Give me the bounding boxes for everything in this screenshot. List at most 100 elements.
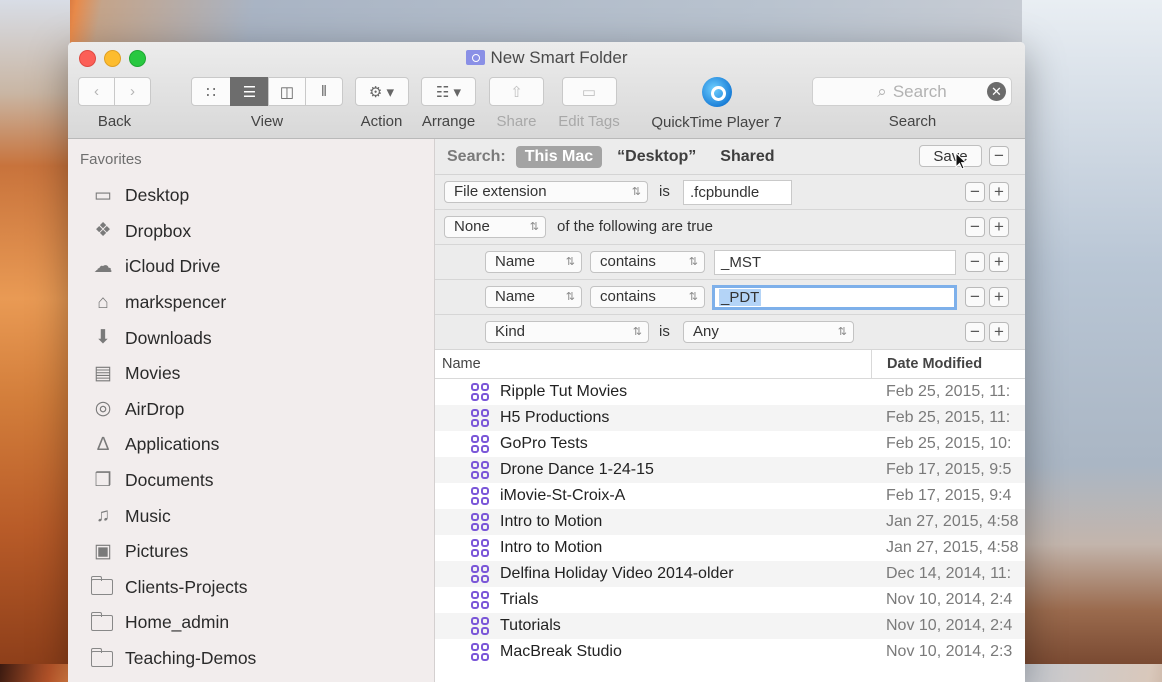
sidebar-item-pictures[interactable]: ▣ Pictures xyxy=(68,534,434,570)
list-item[interactable]: Ripple Tut Movies Feb 25, 2015, 11: xyxy=(435,379,1025,405)
updown-arrows-icon: ⇅ xyxy=(565,256,575,268)
film-icon: ▤ xyxy=(94,362,112,384)
sidebar-item-icloud-drive[interactable]: ☁ iCloud Drive xyxy=(68,249,434,285)
finder-window: New Smart Folder ‹ › Back ∷ ☰ ◫ ‖ View ⚙… xyxy=(68,42,1025,682)
mouse-pointer-icon xyxy=(955,152,967,170)
sidebar-item-home-admin[interactable]: Home_admin xyxy=(68,605,434,641)
file-name: Delfina Holiday Video 2014-older xyxy=(500,565,734,582)
search-input[interactable]: ⌕ Search ✕ xyxy=(812,77,1012,106)
back-button[interactable]: ‹ xyxy=(78,77,115,106)
criteria-row-extension: File extension ⇅ is .fcpbundle − + xyxy=(435,175,1025,210)
kind-popup[interactable]: Any ⇅ xyxy=(683,321,854,343)
group-type-popup[interactable]: None ⇅ xyxy=(444,216,546,238)
criteria-row-name-mst: Name ⇅ contains ⇅ _MST − + xyxy=(435,245,1025,280)
add-row-button[interactable]: + xyxy=(989,182,1009,202)
list-item[interactable]: Trials Nov 10, 2014, 2:4 xyxy=(435,587,1025,613)
list-item[interactable]: H5 Productions Feb 25, 2015, 11: xyxy=(435,405,1025,431)
list-icon: ☰ xyxy=(242,83,257,101)
search-label: Search xyxy=(888,113,937,130)
file-name: Intro to Motion xyxy=(500,539,603,556)
clear-search-icon[interactable]: ✕ xyxy=(987,82,1006,101)
sidebar-item-airdrop[interactable]: ◎ AirDrop xyxy=(68,392,434,428)
list-item[interactable]: Intro to Motion Jan 27, 2015, 4:58 xyxy=(435,535,1025,561)
file-date: Feb 17, 2015, 9:5 xyxy=(886,461,1012,478)
file-name: Trials xyxy=(500,591,539,608)
cover-flow-button[interactable]: ‖ xyxy=(305,77,343,106)
add-row-button[interactable]: + xyxy=(989,252,1009,272)
list-item[interactable]: Delfina Holiday Video 2014-older Dec 14, … xyxy=(435,561,1025,587)
remove-row-button[interactable]: − xyxy=(965,217,985,237)
icon-view-button[interactable]: ∷ xyxy=(191,77,231,106)
list-item[interactable]: MacBreak Studio Nov 10, 2014, 2:3 xyxy=(435,639,1025,665)
back-forward-group: ‹ › Back xyxy=(78,77,151,130)
search-group: ⌕ Search ✕ Search xyxy=(812,77,1013,130)
column-header-date-modified[interactable]: Date Modified xyxy=(871,350,1025,378)
tag-icon: ▭ xyxy=(581,83,597,101)
scope-this-mac[interactable]: This Mac xyxy=(515,145,603,168)
column-header-name[interactable]: Name xyxy=(442,356,481,372)
operator-popup[interactable]: contains ⇅ xyxy=(590,286,705,308)
remove-criteria-button[interactable]: − xyxy=(989,146,1009,166)
sidebar-item-downloads[interactable]: ⬇ Downloads xyxy=(68,320,434,356)
quicktime-icon[interactable] xyxy=(701,77,732,107)
criteria-row-name-pdt: Name ⇅ contains ⇅ _PDT − + xyxy=(435,280,1025,315)
sidebar-item-home[interactable]: ⌂ markspencer xyxy=(68,285,434,321)
list-view-button[interactable]: ☰ xyxy=(230,77,269,106)
remove-row-button[interactable]: − xyxy=(965,287,985,307)
attribute-popup[interactable]: Name ⇅ xyxy=(485,286,582,308)
sidebar-item-label: Home_admin xyxy=(125,612,230,633)
sidebar-item-documents[interactable]: ❒ Documents xyxy=(68,463,434,499)
add-row-button[interactable]: + xyxy=(989,217,1009,237)
fcp-library-icon xyxy=(471,617,489,635)
applications-icon: ∆ xyxy=(97,433,109,455)
save-button[interactable]: Save xyxy=(919,145,982,167)
remove-row-button[interactable]: − xyxy=(965,252,985,272)
sidebar-heading-favorites: Favorites xyxy=(80,151,142,168)
sidebar-item-label: Pictures xyxy=(125,541,189,562)
list-item[interactable]: Drone Dance 1-24-15 Feb 17, 2015, 9:5 xyxy=(435,457,1025,483)
arrange-icon: ☷ ▾ xyxy=(435,83,462,101)
column-view-button[interactable]: ◫ xyxy=(268,77,306,106)
list-item[interactable]: Intro to Motion Jan 27, 2015, 4:58 xyxy=(435,509,1025,535)
add-row-button[interactable]: + xyxy=(989,322,1009,342)
extension-field[interactable]: .fcpbundle xyxy=(683,180,792,205)
fcp-library-icon xyxy=(471,435,489,453)
action-label: Action xyxy=(360,113,403,130)
attribute-popup[interactable]: Name ⇅ xyxy=(485,251,582,273)
scope-desktop[interactable]: “Desktop” xyxy=(608,146,705,168)
sidebar-item-music[interactable]: ♫ Music xyxy=(68,498,434,534)
remove-row-button[interactable]: − xyxy=(965,322,985,342)
forward-button[interactable]: › xyxy=(114,77,151,106)
remove-row-button[interactable]: − xyxy=(965,182,985,202)
sidebar-item-clients-projects[interactable]: Clients-Projects xyxy=(68,570,434,606)
action-button[interactable]: ⚙ ▾ xyxy=(354,77,409,106)
operator-popup[interactable]: contains ⇅ xyxy=(590,251,705,273)
cloud-icon: ☁ xyxy=(93,255,113,277)
add-row-button[interactable]: + xyxy=(989,287,1009,307)
sidebar-item-teaching-demos[interactable]: Teaching-Demos xyxy=(68,641,434,677)
edit-tags-button[interactable]: ▭ xyxy=(561,77,617,106)
scope-shared[interactable]: Shared xyxy=(711,146,783,168)
list-item[interactable]: Tutorials Nov 10, 2014, 2:4 xyxy=(435,613,1025,639)
toolbar: New Smart Folder ‹ › Back ∷ ☰ ◫ ‖ View ⚙… xyxy=(68,42,1025,139)
name-value-field[interactable]: _MST xyxy=(714,250,956,275)
attribute-popup[interactable]: Kind ⇅ xyxy=(485,321,649,343)
window-title-text: New Smart Folder xyxy=(490,48,628,67)
attribute-popup[interactable]: File extension ⇅ xyxy=(444,181,648,203)
edit-tags-group: ▭ Edit Tags xyxy=(554,77,624,130)
updown-arrows-icon: ⇅ xyxy=(632,326,642,338)
sidebar-item-dropbox[interactable]: ❖ Dropbox xyxy=(68,214,434,250)
sidebar-item-applications[interactable]: ∆ Applications xyxy=(68,427,434,463)
share-button[interactable]: ⇧ xyxy=(489,77,544,106)
sidebar-item-movies[interactable]: ▤ Movies xyxy=(68,356,434,392)
list-item[interactable]: iMovie-St-Croix-A Feb 17, 2015, 9:4 xyxy=(435,483,1025,509)
arrange-button[interactable]: ☷ ▾ xyxy=(421,77,476,106)
share-label: Share xyxy=(496,113,537,130)
list-item[interactable]: GoPro Tests Feb 25, 2015, 10: xyxy=(435,431,1025,457)
name-value-field-focused[interactable]: _PDT xyxy=(712,285,957,310)
file-name: Ripple Tut Movies xyxy=(500,383,628,400)
view-label: View xyxy=(250,113,284,130)
sidebar-item-desktop[interactable]: ▭ Desktop xyxy=(68,178,434,214)
file-date: Feb 25, 2015, 10: xyxy=(886,435,1012,452)
documents-icon: ❒ xyxy=(94,469,112,491)
